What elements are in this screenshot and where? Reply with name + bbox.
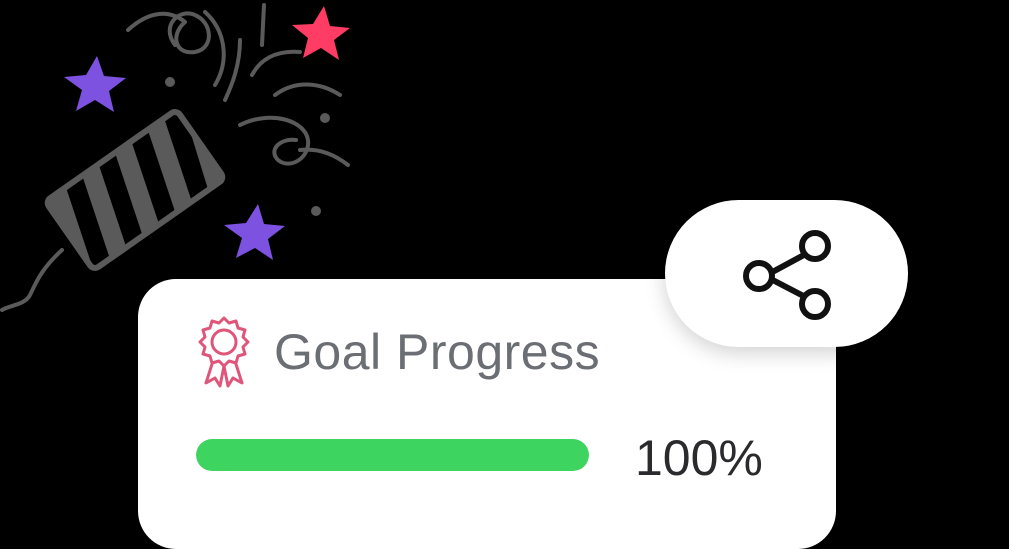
progress-bar-fill — [196, 439, 589, 471]
party-popper-icon — [44, 109, 226, 271]
progress-percent: 100% — [635, 430, 763, 486]
progress-bar — [196, 439, 589, 471]
share-icon — [742, 229, 831, 320]
star-icon — [224, 204, 285, 260]
card-header: Goal Progress — [194, 315, 600, 389]
star-icon — [64, 56, 126, 112]
share-button[interactable] — [665, 200, 908, 347]
award-ribbon-icon — [198, 316, 250, 388]
card-title: Goal Progress — [274, 324, 601, 380]
